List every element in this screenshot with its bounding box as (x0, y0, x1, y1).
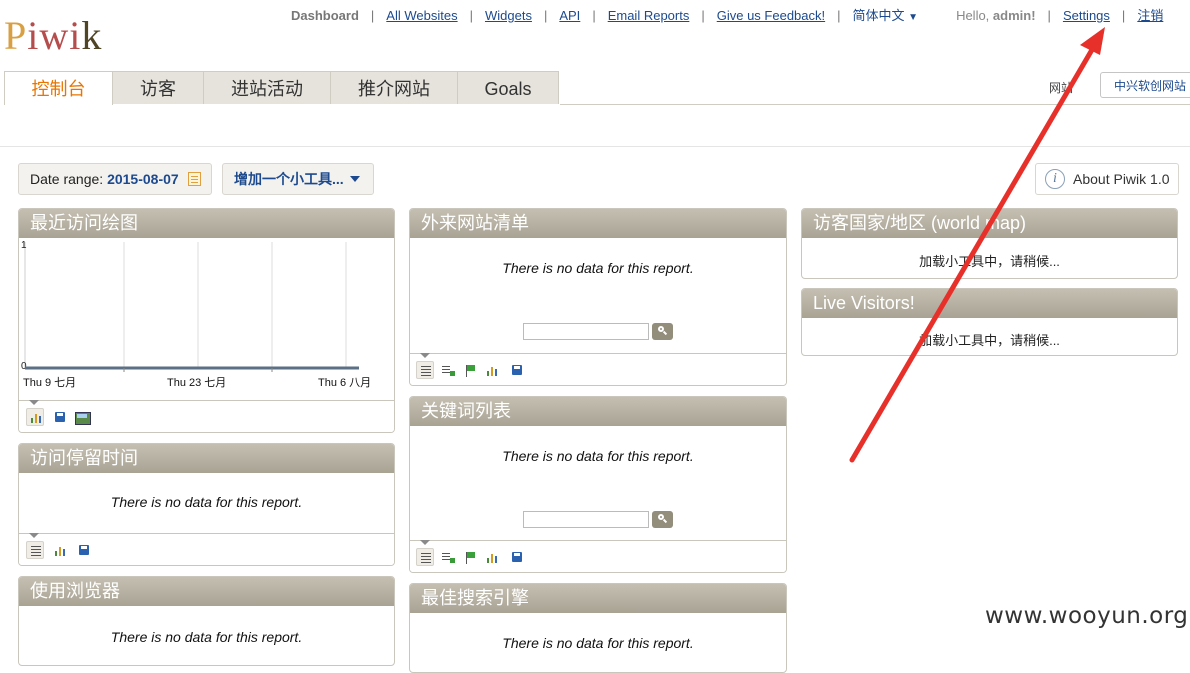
widget-title[interactable]: Live Visitors! (802, 289, 1177, 318)
calendar-icon[interactable] (188, 172, 201, 186)
bar-chart-icon[interactable] (26, 408, 44, 426)
logo-letter: P (4, 13, 28, 58)
export-save-icon[interactable] (74, 541, 92, 559)
widget-visit-length: 访问停留时间 There is no data for this report. (18, 443, 395, 566)
about-piwik-button[interactable]: i About Piwik 1.0 (1035, 163, 1179, 195)
divider (0, 146, 1190, 147)
nav-settings[interactable]: Settings (1063, 8, 1110, 23)
date-range-value: 2015-08-07 (107, 171, 179, 187)
nav-feedback[interactable]: Give us Feedback! (717, 8, 825, 23)
top-navigation: Dashboard | All Websites | Widgets | API | Email… (291, 5, 1163, 24)
visits-chart: 1 0 Thu 9 七月 Thu 23 七月 Thu 6 八月 (19, 238, 394, 398)
widget-title[interactable]: 最近访问绘图 (19, 209, 394, 238)
widget-referrer-sites: 外来网站清单 There is no data for this report. (409, 208, 787, 386)
chart-canvas: 10Thu 9 七月 Thu 23 七月 Thu 6 八月 (21, 240, 371, 389)
table-more-columns-icon[interactable] (438, 361, 456, 379)
info-icon: i (1045, 169, 1065, 189)
goals-flag-icon[interactable] (460, 548, 478, 566)
language-label: 简体中文 (852, 8, 905, 23)
widget-visits-graph: 最近访问绘图 1 0 Thu 9 七月 Thu 23 七月 Thu 6 八月 (18, 208, 395, 433)
widget-title[interactable]: 访客国家/地区 (world map) (802, 209, 1177, 238)
add-widget-label: 增加一个小工具... (234, 171, 344, 187)
piwik-logo[interactable]: Piwik (4, 12, 102, 59)
nav-email-reports[interactable]: Email Reports (608, 8, 690, 23)
bar-chart-icon[interactable] (50, 541, 68, 559)
tab-goals[interactable]: Goals (457, 71, 559, 104)
logo-letter: k (81, 13, 103, 58)
y-tick-label: 1 (21, 240, 27, 251)
nav-dashboard[interactable]: Dashboard (291, 8, 359, 23)
logo-letter: i (69, 13, 82, 58)
widget-title[interactable]: 最佳搜索引擎 (410, 584, 786, 613)
greeting: Hello, admin! (956, 8, 1036, 23)
widget-title[interactable]: 访问停留时间 (19, 444, 394, 473)
date-range-picker[interactable]: Date range: 2015-08-07 (18, 163, 212, 195)
widget-world-map: 访客国家/地区 (world map) 加载小工具中，请稍候... (801, 208, 1178, 279)
x-tick-label: Thu 6 八月 (318, 377, 371, 389)
table-view-icon[interactable] (26, 541, 44, 559)
site-selector[interactable]: 中兴软创网站 (1100, 72, 1190, 98)
widget-title[interactable]: 外来网站清单 (410, 209, 786, 238)
nav-api[interactable]: API (559, 8, 580, 23)
no-data-message: There is no data for this report. (502, 448, 694, 464)
search-input[interactable] (523, 323, 649, 340)
no-data-message: There is no data for this report. (502, 260, 694, 276)
x-tick-label: Thu 23 七月 (167, 376, 226, 389)
nav-widgets[interactable]: Widgets (485, 8, 532, 23)
widget-title[interactable]: 关键词列表 (410, 397, 786, 426)
site-label: 网站 (1049, 81, 1074, 95)
goals-flag-icon[interactable] (460, 361, 478, 379)
widget-search-engines: 最佳搜索引擎 There is no data for this report. (409, 583, 787, 673)
tab-actions[interactable]: 进站活动 (203, 71, 331, 104)
export-save-icon[interactable] (507, 361, 525, 379)
x-tick-label: Thu 9 七月 (23, 376, 76, 389)
table-view-icon[interactable] (416, 548, 434, 566)
export-save-icon[interactable] (507, 548, 525, 566)
date-range-label: Date range: (30, 171, 108, 187)
widget-browsers: 使用浏览器 There is no data for this report. (18, 576, 395, 666)
no-data-message: There is no data for this report. (502, 635, 694, 651)
no-data-message: There is no data for this report. (110, 629, 303, 645)
search-icon[interactable] (652, 511, 673, 528)
table-more-columns-icon[interactable] (438, 548, 456, 566)
widget-footer (410, 540, 786, 572)
widget-footer (19, 400, 394, 432)
widget-title[interactable]: 使用浏览器 (19, 577, 394, 606)
logo-letter: w (39, 13, 70, 58)
bar-chart-icon[interactable] (482, 548, 500, 566)
tab-referrers[interactable]: 推介网站 (330, 71, 458, 104)
bar-chart-icon[interactable] (482, 361, 500, 379)
username: admin! (992, 8, 1036, 23)
no-data-message: There is no data for this report. (110, 494, 303, 510)
nav-logout[interactable]: 注销 (1137, 5, 1163, 24)
widget-footer (410, 353, 786, 385)
nav-all-websites[interactable]: All Websites (386, 8, 457, 23)
loading-message: 加载小工具中，请稍候... (919, 254, 1060, 269)
chevron-down-icon (350, 176, 360, 182)
logo-letter: i (27, 13, 40, 58)
search-input[interactable] (523, 511, 649, 528)
language-selector[interactable]: 简体中文 ▼ (853, 5, 919, 24)
widget-keywords: 关键词列表 There is no data for this report. (409, 396, 787, 573)
loading-message: 加载小工具中，请稍候... (919, 333, 1060, 348)
widget-footer (19, 533, 394, 565)
watermark: www.wooyun.org (985, 603, 1189, 629)
tab-visitors[interactable]: 访客 (112, 71, 204, 104)
about-label: About Piwik 1.0 (1073, 171, 1170, 187)
export-save-icon[interactable] (50, 408, 68, 426)
widget-live-visitors: Live Visitors! 加载小工具中，请稍候... (801, 288, 1178, 356)
search-icon[interactable] (652, 323, 673, 340)
chevron-down-icon: ▼ (908, 12, 919, 23)
add-widget-dropdown[interactable]: 增加一个小工具... (222, 163, 374, 195)
tab-baseline (560, 104, 1190, 105)
tab-dashboard[interactable]: 控制台 (4, 71, 113, 105)
export-image-icon[interactable] (72, 408, 91, 426)
table-view-icon[interactable] (416, 361, 434, 379)
